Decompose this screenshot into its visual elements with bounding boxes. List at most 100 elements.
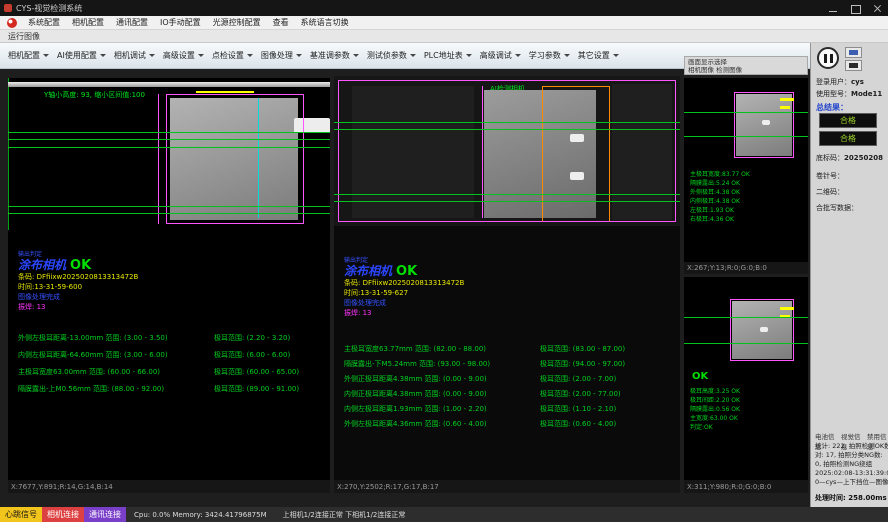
measurement-text: 判定:OK — [690, 423, 740, 432]
tab-run-image[interactable]: 运行图像 — [8, 31, 40, 42]
measure-line — [8, 213, 330, 214]
measurement-text: 极耳间距:2.20 OK — [690, 396, 740, 405]
camera-link-status-badge: 相机连接 — [42, 507, 84, 522]
measurement-range: 极耳范围: (60.00 - 65.00) — [214, 364, 299, 381]
tool-label: 点检设置 — [212, 50, 244, 61]
menu-system-config[interactable]: 系统配置 — [22, 17, 66, 28]
measure-line — [684, 317, 808, 318]
tool-ai-config[interactable]: AI使用配置 — [53, 47, 110, 64]
reflection-glint — [760, 327, 768, 332]
dropdown-caret-icon — [296, 54, 302, 57]
comm-link-status-badge: 通讯连接 — [84, 507, 126, 522]
label-marker — [780, 106, 790, 109]
tool-camera-config[interactable]: 相机配置 — [4, 47, 53, 64]
camera-result-line: 涂布相机OK — [344, 266, 464, 278]
window-controls — [826, 3, 884, 14]
login-user-value: cys — [851, 78, 864, 86]
pause-button[interactable] — [817, 47, 839, 69]
right-coords-bar: X:270,Y:2502;R:17,G:17,B:17 — [334, 480, 680, 493]
measurement-text: 隔膜露出-上M0.56mm 范围: (88.00 - 92.00) — [18, 381, 214, 398]
dropdown-caret-icon — [100, 54, 106, 57]
result-info-block: 输出判定 涂布相机OK 条码: DFfiixw2025020813313472B… — [344, 256, 464, 318]
camera-result-line: 涂布相机OK — [18, 260, 138, 272]
measurement-range: 极耳范围: (6.00 - 6.00) — [214, 347, 290, 364]
measurement-range: 极耳范围: (89.00 - 91.00) — [214, 381, 299, 398]
model-row: 使用型号：Mode11 — [816, 89, 882, 99]
small-camera-view-1[interactable]: 主极耳宽度:83.77 OK 隔膜露出:5.24 OK 外侧极耳:4.38 OK… — [684, 78, 808, 262]
stats-line: 0—cys—上下挡位—图像 — [815, 478, 888, 487]
model-label: 使用型号： — [816, 90, 851, 98]
tool-label: 基准调参数 — [310, 50, 350, 61]
small-camera-view-2[interactable]: OK 极耳高度:3.25 OK 极耳间距:2.20 OK 隔膜露出:0.56 O… — [684, 277, 808, 480]
qrcode-label: 二维码： — [816, 187, 844, 197]
measure-line — [8, 206, 330, 207]
measurement-text: 隔膜露出:5.24 OK — [690, 179, 750, 188]
tool-advanced-debug[interactable]: 高级调试 — [476, 47, 525, 64]
dropdown-caret-icon — [466, 54, 472, 57]
close-icon[interactable] — [870, 3, 884, 14]
small2-coords-bar: X:311;Y:980;R:0;G:0;B:0 — [684, 480, 808, 493]
tool-advanced-settings[interactable]: 高级设置 — [159, 47, 208, 64]
menu-camera-config[interactable]: 相机配置 — [66, 17, 110, 28]
tool-plc-address[interactable]: PLC地址表 — [420, 47, 476, 64]
total-result-label: 总结果： — [816, 102, 848, 113]
stats-line: 2025:02:08-13:31:39:05 — [815, 469, 888, 478]
measurement-text: 右极耳:4.36 OK — [690, 215, 750, 224]
right-camera-view[interactable]: AI检测相机 输出判定 涂布相机OK 条码: DFfiixw2025020813… — [334, 76, 680, 480]
tool-other-settings[interactable]: 其它设置 — [574, 47, 623, 64]
menu-io-manual[interactable]: IO手动配置 — [154, 17, 207, 28]
exposure-strip — [8, 82, 330, 87]
tool-base-params[interactable]: 基准调参数 — [306, 47, 363, 64]
measurement-row: 外侧左极耳距离4.36mm 范围: (0.60 - 4.00)极耳范围: (0.… — [344, 417, 625, 432]
tool-camera-debug[interactable]: 相机调试 — [110, 47, 159, 64]
tool-label: 其它设置 — [578, 50, 610, 61]
measurement-list: 主极耳宽度63.77mm 范围: (82.00 - 88.00)极耳范围: (8… — [344, 342, 625, 432]
bottom-code-label: 底标码： — [816, 154, 844, 162]
left-camera-view[interactable]: Y轴小高度: 93, 缩小区间值:100 输出判定 涂布相机OK 条码: DFf… — [8, 78, 330, 480]
measurement-row: 主极耳宽度63.00mm 范围: (60.00 - 66.00)极耳范围: (6… — [18, 364, 299, 381]
coil-count: 振焊: 13 — [344, 308, 464, 318]
tool-learn-params[interactable]: 学习参数 — [525, 47, 574, 64]
tool-label: 相机配置 — [8, 50, 40, 61]
measurement-text: 外侧正极耳距离4.38mm 范围: (0.00 - 9.00) — [344, 372, 540, 387]
measurement-row: 内侧左极耳距离-64.60mm 范围: (3.00 - 6.00)极耳范围: (… — [18, 347, 299, 364]
menu-comm-config[interactable]: 通讯配置 — [110, 17, 154, 28]
menu-language-switch[interactable]: 系统语言切换 — [295, 17, 355, 28]
process-time: 处理时间: 258.00ms — [815, 493, 887, 503]
display-mode-box[interactable]: 画面显示选择 相机图像 检测图像 — [684, 56, 808, 75]
measurement-row: 隔膜露出-下M5.24mm 范围: (93.00 - 98.00)极耳范围: (… — [344, 357, 625, 372]
tool-label: PLC地址表 — [424, 50, 463, 61]
measure-line — [684, 136, 808, 137]
minimize-icon[interactable] — [826, 3, 840, 14]
camera-view-button[interactable] — [845, 47, 862, 58]
measurement-row: 外侧左极耳距离-13.00mm 范围: (3.00 - 3.50)极耳范围: (… — [18, 330, 299, 347]
measurement-row: 内侧正极耳距离4.38mm 范围: (0.00 - 9.00)极耳范围: (2.… — [344, 387, 625, 402]
dropdown-caret-icon — [564, 54, 570, 57]
coil-count: 振焊: 13 — [18, 302, 138, 312]
overlay-line — [158, 94, 159, 224]
dropdown-caret-icon — [515, 54, 521, 57]
maximize-icon[interactable] — [848, 3, 862, 14]
snapshot-button[interactable] — [845, 60, 862, 71]
reflection-glint — [762, 120, 770, 125]
overlay-line — [258, 98, 259, 218]
measure-line — [684, 112, 808, 113]
pause-icon — [830, 54, 833, 63]
menu-light-control[interactable]: 光源控制配置 — [207, 17, 267, 28]
measurement-text: 隔膜露出:0.56 OK — [690, 405, 740, 414]
dropdown-caret-icon — [43, 54, 49, 57]
status-bar: 心跳信号 相机连接 通讯连接 Cpu: 0.0% Memory: 3424.41… — [0, 507, 888, 522]
measurement-list: 外侧左极耳距离-13.00mm 范围: (3.00 - 3.50)极耳范围: (… — [18, 330, 299, 398]
tool-image-process[interactable]: 图像处理 — [257, 47, 306, 64]
label-marker — [780, 98, 794, 101]
dropdown-caret-icon — [410, 54, 416, 57]
tool-test-params[interactable]: 测试侦参数 — [363, 47, 420, 64]
app-icon — [4, 4, 12, 12]
measurement-row: 主极耳宽度63.77mm 范围: (82.00 - 88.00)极耳范围: (8… — [344, 342, 625, 357]
menu-view[interactable]: 查看 — [267, 17, 295, 28]
measurement-range: 极耳范围: (94.00 - 97.00) — [540, 357, 625, 372]
tool-spot-check[interactable]: 点检设置 — [208, 47, 257, 64]
title-bar: CYS-视觉检测系统 — [0, 0, 888, 16]
stats-block: 统计: 222, 拍照检测OK数: 对: 17, 拍照分类NG数: 0, 拍照检… — [815, 442, 888, 487]
time-text: 时间:13-31-59-627 — [344, 288, 464, 298]
